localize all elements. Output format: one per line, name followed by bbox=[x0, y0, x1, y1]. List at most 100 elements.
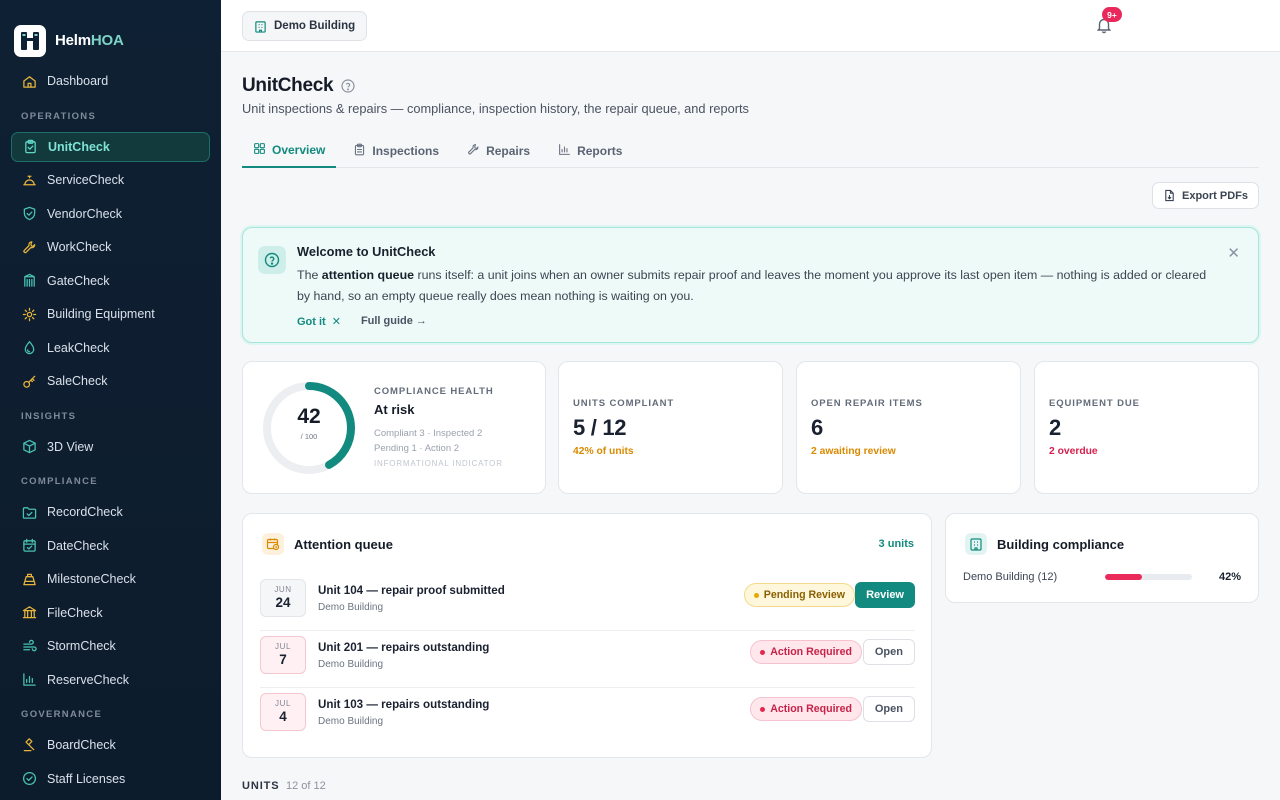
attention-queue-row[interactable]: JUL 4 Unit 103 — repairs outstanding Demo B… bbox=[260, 693, 915, 745]
attention-queue-row[interactable]: JUN 24 Unit 104 — repair proof submitted De… bbox=[260, 579, 915, 631]
brand[interactable]: HelmHOA bbox=[0, 0, 221, 64]
gate-icon bbox=[21, 273, 37, 289]
tab-repairs[interactable]: Repairs bbox=[456, 134, 541, 168]
sidebar-section-compliance: COMPLIANCE bbox=[21, 476, 98, 487]
sidebar-item-datecheck[interactable]: DateCheck bbox=[11, 531, 210, 561]
sidebar-item-dashboard[interactable]: Dashboard bbox=[11, 66, 210, 96]
export-pdfs-button[interactable]: Export PDFs bbox=[1151, 182, 1259, 209]
queue-item-building: Demo Building bbox=[318, 716, 384, 727]
calendar-clock-icon bbox=[262, 533, 284, 555]
sidebar-item-label: FileCheck bbox=[47, 605, 103, 620]
queue-item-title: Unit 103 — repairs outstanding bbox=[318, 698, 490, 711]
sidebar-item-3d-view[interactable]: 3D View bbox=[11, 432, 210, 462]
date-box: JUL 7 bbox=[260, 636, 306, 674]
gavel-icon bbox=[21, 737, 37, 753]
review-button[interactable]: Review bbox=[855, 582, 915, 608]
file-export-icon bbox=[1165, 189, 1174, 202]
bell-service-icon bbox=[21, 172, 37, 188]
welcome-title: Welcome to UnitCheck bbox=[297, 244, 436, 259]
date-box: JUL 4 bbox=[260, 693, 306, 731]
sidebar-section-operations: OPERATIONS bbox=[21, 110, 97, 122]
topbar: Demo Building 9+ bbox=[221, 0, 1280, 52]
sidebar-item-milestonecheck[interactable]: MilestoneCheck bbox=[11, 564, 210, 594]
tab-overview[interactable]: Overview bbox=[242, 134, 337, 168]
sidebar-item-filecheck[interactable]: FileCheck bbox=[11, 598, 210, 628]
sidebar-item-workcheck[interactable]: WorkCheck bbox=[11, 232, 210, 262]
date-day: 24 bbox=[275, 595, 291, 610]
shield-check-icon bbox=[21, 206, 37, 222]
tab-label: Inspections bbox=[372, 144, 440, 158]
date-month: JUL bbox=[274, 699, 292, 708]
attention-queue-title: Attention queue bbox=[294, 537, 393, 552]
units-section-count: 12 of 12 bbox=[286, 780, 326, 792]
building-icon bbox=[255, 20, 266, 33]
open-button[interactable]: Open bbox=[862, 639, 915, 665]
sidebar-section-insights: INSIGHTS bbox=[21, 410, 77, 422]
dismiss-banner-close-icon[interactable]: ✕ bbox=[1227, 244, 1240, 262]
sidebar-item-salecheck[interactable]: SaleCheck bbox=[11, 366, 210, 396]
sidebar-item-leakcheck[interactable]: LeakCheck bbox=[11, 333, 210, 363]
sidebar-item-staff-licenses[interactable]: Staff Licenses bbox=[11, 764, 210, 794]
stat-label: OPEN REPAIR ITEMS bbox=[811, 398, 923, 409]
cube-icon bbox=[21, 439, 37, 455]
date-box: JUN 24 bbox=[260, 579, 306, 617]
date-month: JUN bbox=[274, 585, 292, 594]
sidebar-item-vendorcheck[interactable]: VendorCheck bbox=[11, 199, 210, 229]
bar-chart-icon bbox=[21, 672, 37, 688]
status-badge: Pending Review bbox=[743, 583, 855, 607]
sidebar-item-label: Dashboard bbox=[47, 74, 109, 88]
queue-item-building: Demo Building bbox=[318, 659, 384, 670]
full-guide-link[interactable]: Full guide → bbox=[361, 315, 427, 328]
page-title: UnitCheck bbox=[242, 75, 355, 97]
attention-queue-card: Attention queue 3 units JUN 24 Unit 104 — … bbox=[242, 513, 932, 758]
sidebar-item-label: WorkCheck bbox=[47, 240, 112, 254]
sidebar-item-label: LeakCheck bbox=[47, 340, 110, 355]
open-button[interactable]: Open bbox=[862, 696, 915, 722]
building-compliance-row-name: Demo Building (12) bbox=[963, 571, 1058, 583]
health-breakdown-1: Compliant 3 · Inspected 2 bbox=[374, 428, 483, 439]
units-compliant-card: UNITS COMPLIANT 5 / 12 42% of units bbox=[558, 361, 783, 494]
bar-chart-icon bbox=[558, 143, 571, 159]
notification-count-badge: 9+ bbox=[1102, 7, 1122, 22]
sidebar-item-building-equipment[interactable]: Building Equipment bbox=[11, 299, 210, 329]
stat-value: 2 bbox=[1049, 415, 1061, 440]
sidebar-item-label: StormCheck bbox=[47, 639, 116, 653]
help-icon[interactable] bbox=[341, 79, 355, 93]
sidebar-item-label: GateCheck bbox=[47, 273, 110, 288]
tab-inspections[interactable]: Inspections bbox=[342, 134, 450, 168]
welcome-body: The attention queue runs itself: a unit … bbox=[297, 268, 1207, 303]
grid-icon bbox=[253, 142, 266, 158]
sidebar-item-recordcheck[interactable]: RecordCheck bbox=[11, 497, 210, 527]
brand-name: HelmHOA bbox=[55, 32, 124, 49]
key-icon bbox=[21, 373, 37, 389]
sidebar-item-boardcheck[interactable]: BoardCheck bbox=[11, 730, 210, 760]
sidebar-item-unitcheck[interactable]: UnitCheck bbox=[11, 131, 210, 162]
building-compliance-bar bbox=[1105, 574, 1192, 580]
folder-check-icon bbox=[21, 504, 37, 520]
open-repair-items-card: OPEN REPAIR ITEMS 6 2 awaiting review bbox=[796, 361, 1021, 494]
health-score: 42 bbox=[297, 405, 321, 428]
sidebar-item-gatecheck[interactable]: GateCheck bbox=[11, 266, 210, 296]
status-dot-icon bbox=[753, 592, 759, 598]
tab-reports[interactable]: Reports bbox=[547, 134, 633, 168]
got-it-button[interactable]: Got it ✕ bbox=[297, 315, 341, 329]
date-day: 4 bbox=[279, 709, 287, 724]
sidebar-item-servicecheck[interactable]: ServiceCheck bbox=[11, 165, 210, 195]
health-score-denominator: / 100 bbox=[300, 432, 318, 441]
sidebar-section-governance: GOVERNANCE bbox=[21, 709, 103, 720]
clipboard-list-icon bbox=[353, 143, 366, 159]
building-selector[interactable]: Demo Building bbox=[242, 11, 368, 41]
sidebar-item-reservecheck[interactable]: ReserveCheck bbox=[11, 665, 210, 695]
sidebar-item-stormcheck[interactable]: StormCheck bbox=[11, 631, 210, 661]
cog-icon bbox=[21, 306, 37, 322]
stat-value: 6 bbox=[811, 415, 823, 440]
health-label: COMPLIANCE HEALTH bbox=[374, 386, 494, 397]
stat-sub: 42% of units bbox=[573, 446, 634, 457]
attention-queue-row[interactable]: JUL 7 Unit 201 — repairs outstanding Demo B… bbox=[260, 636, 915, 688]
date-day: 7 bbox=[279, 652, 287, 667]
sidebar-item-label: Building Equipment bbox=[47, 307, 155, 321]
close-x-icon: ✕ bbox=[331, 316, 341, 328]
question-circle-icon bbox=[258, 246, 286, 274]
tab-label: Repairs bbox=[486, 144, 531, 158]
page-subtitle: Unit inspections & repairs — compliance,… bbox=[242, 101, 749, 116]
